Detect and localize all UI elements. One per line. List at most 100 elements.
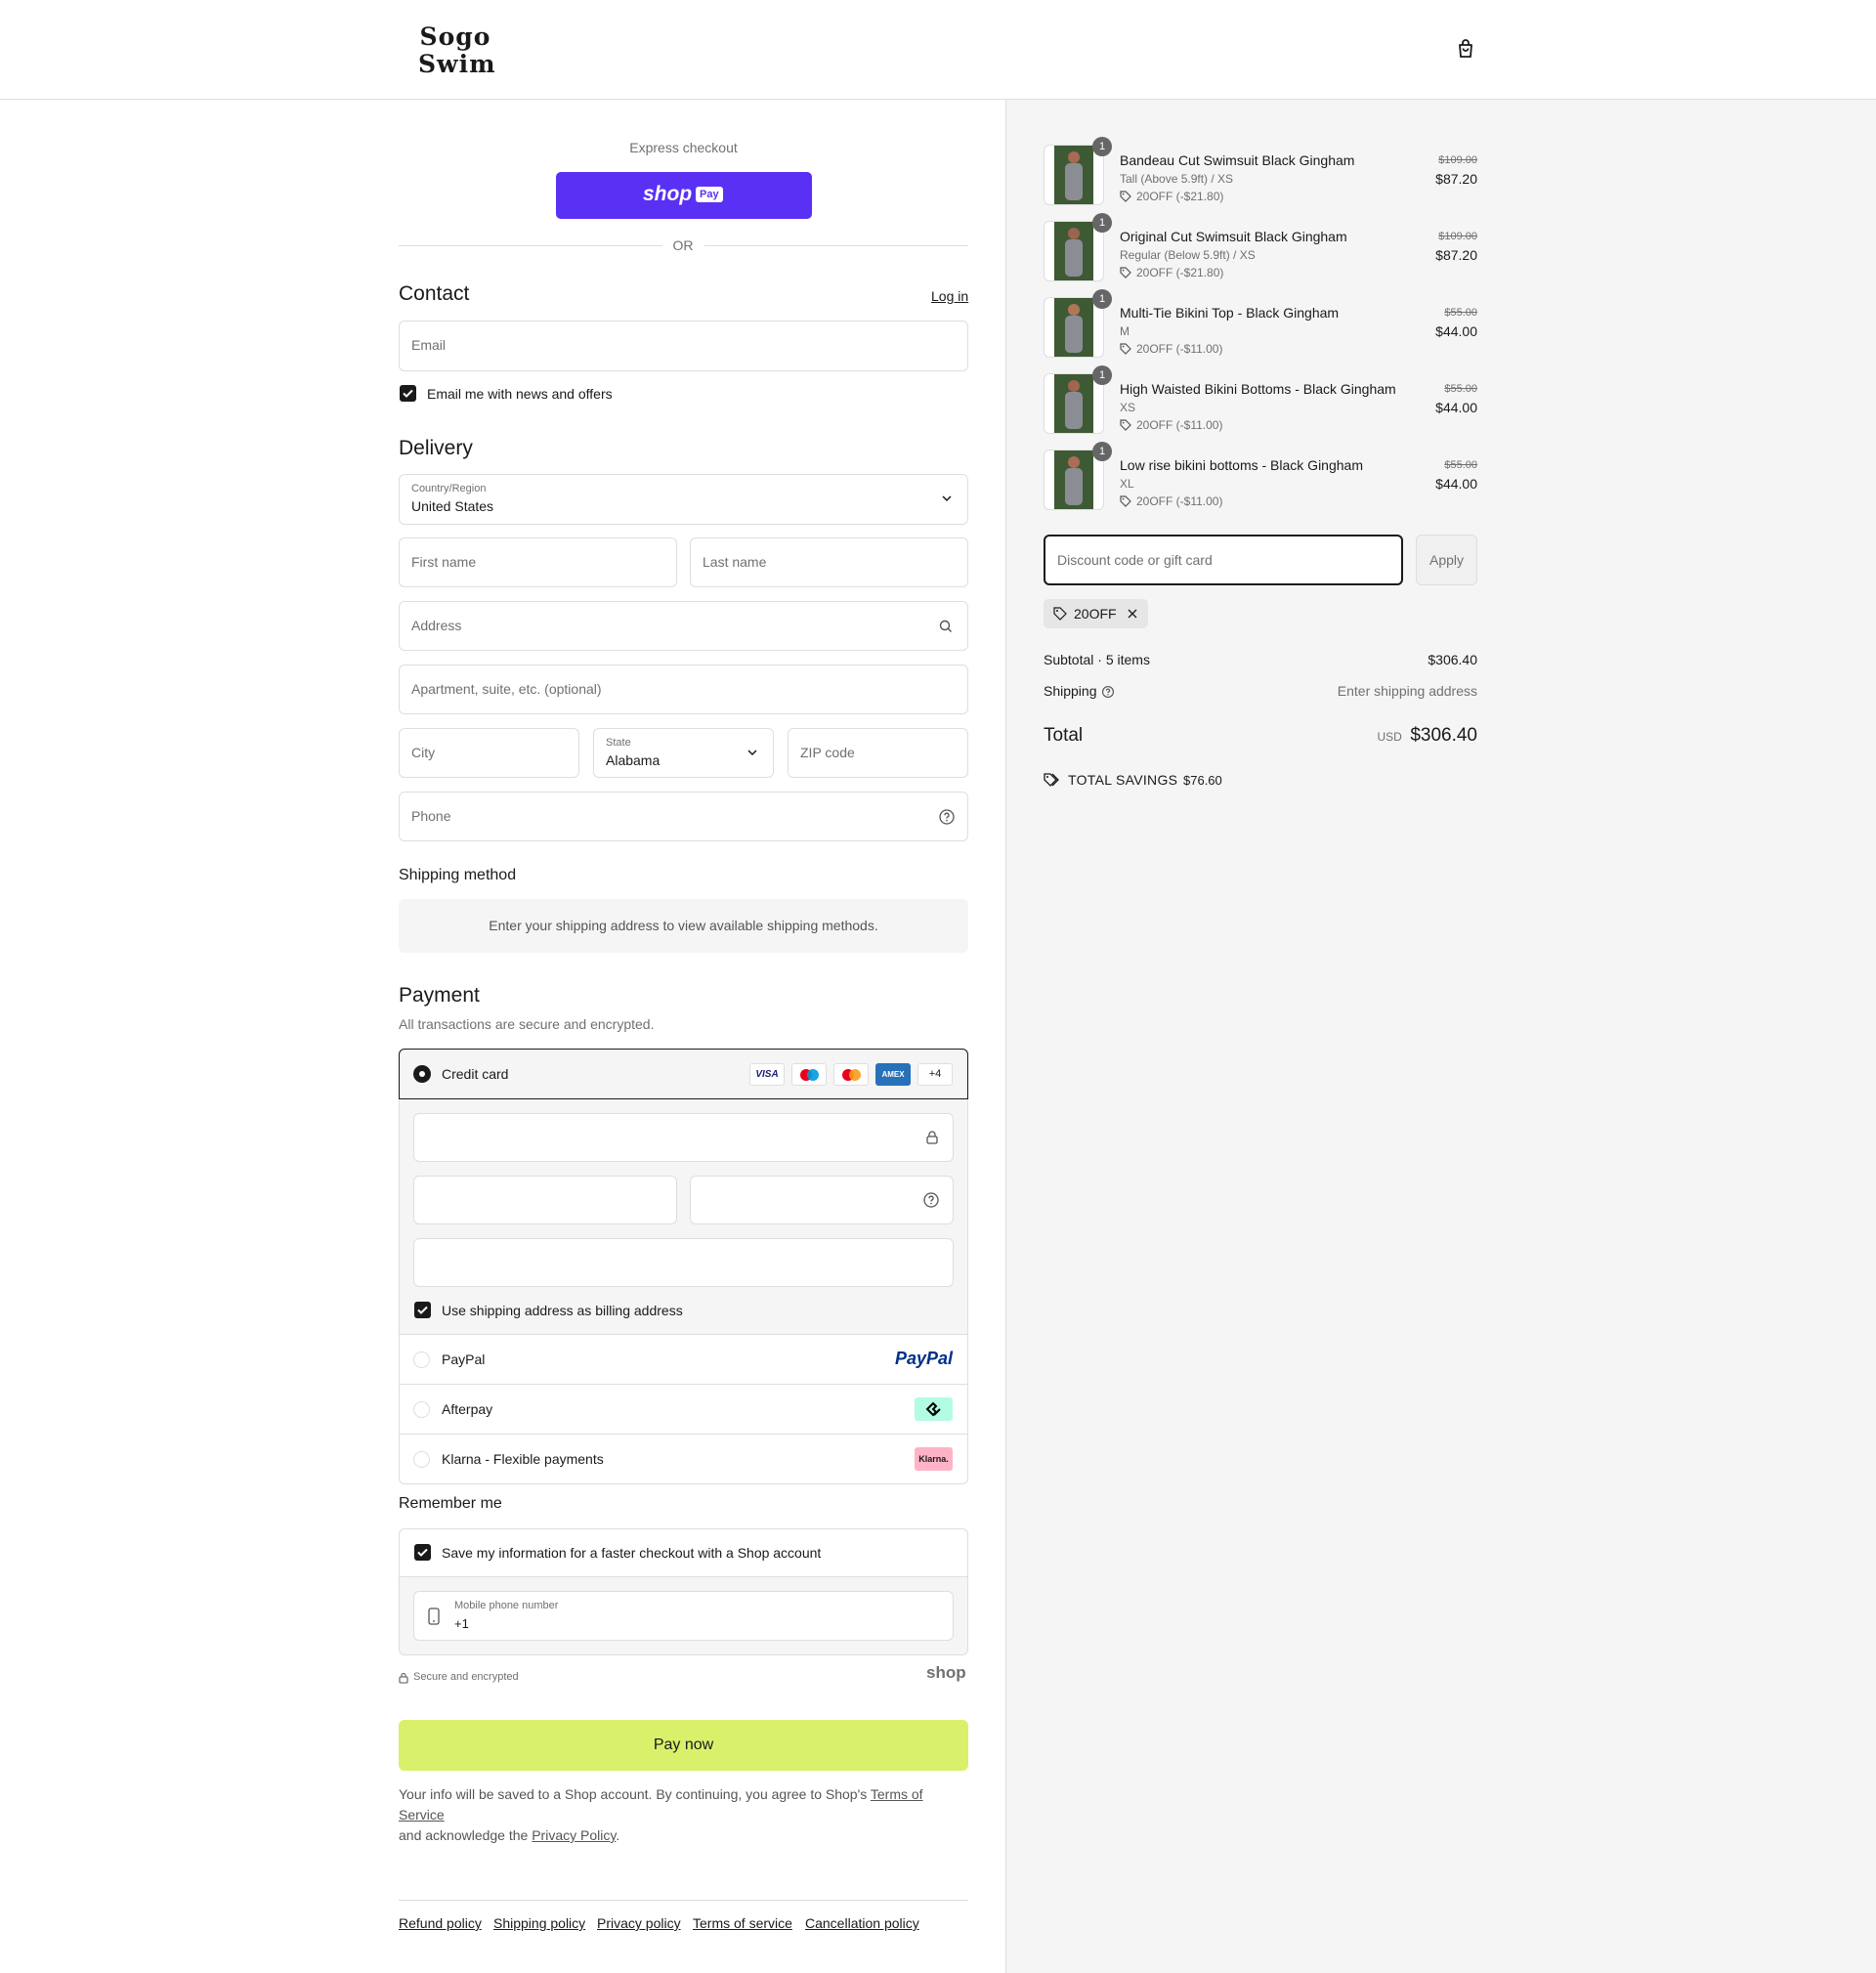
newsletter-label: Email me with news and offers bbox=[427, 386, 613, 402]
quantity-badge: 1 bbox=[1092, 289, 1112, 309]
afterpay-logo-icon bbox=[915, 1397, 953, 1421]
discount-code-field[interactable]: Discount code or gift card bbox=[1044, 535, 1403, 585]
payment-heading: Payment bbox=[399, 984, 480, 1007]
billing-same-checkbox[interactable] bbox=[414, 1302, 431, 1318]
order-line-item: 1 Low rise bikini bottoms - Black Gingham… bbox=[1044, 442, 1477, 514]
login-link[interactable]: Log in bbox=[931, 288, 968, 304]
shopping-bag-icon[interactable] bbox=[1454, 37, 1477, 61]
cancellation-policy-link[interactable]: Cancellation policy bbox=[805, 1915, 919, 1931]
contact-heading: Contact bbox=[399, 282, 470, 305]
last-name-field[interactable]: Last name bbox=[690, 537, 968, 587]
savings-tag-icon bbox=[1044, 773, 1059, 787]
card-name-field[interactable] bbox=[413, 1238, 954, 1287]
state-select[interactable]: State Alabama bbox=[593, 728, 774, 778]
discounted-price: $44.00 bbox=[1435, 476, 1477, 492]
radio-empty-icon bbox=[413, 1401, 430, 1418]
address-field[interactable]: Address bbox=[399, 601, 968, 651]
discounted-price: $44.00 bbox=[1435, 323, 1477, 339]
footer-divider bbox=[399, 1900, 968, 1901]
first-name-placeholder: First name bbox=[411, 554, 477, 570]
billing-same-label: Use shipping address as billing address bbox=[442, 1303, 683, 1318]
product-discount: 20OFF (-$11.00) bbox=[1120, 418, 1222, 432]
help-circle-icon[interactable] bbox=[922, 1191, 940, 1209]
store-logo[interactable]: Sogo Swim bbox=[418, 23, 495, 78]
order-line-item: 1 Bandeau Cut Swimsuit Black Gingham Tall … bbox=[1044, 137, 1477, 209]
product-discount: 20OFF (-$11.00) bbox=[1120, 342, 1222, 356]
pay-now-button[interactable]: Pay now bbox=[399, 1720, 968, 1771]
tag-icon bbox=[1053, 607, 1067, 621]
tag-icon bbox=[1120, 495, 1131, 507]
city-field[interactable]: City bbox=[399, 728, 579, 778]
close-icon[interactable] bbox=[1127, 608, 1138, 620]
klarna-label: Klarna - Flexible payments bbox=[442, 1451, 604, 1467]
product-name: Original Cut Swimsuit Black Gingham bbox=[1120, 229, 1347, 244]
phone-field[interactable]: Phone bbox=[399, 792, 968, 841]
card-number-field[interactable] bbox=[413, 1113, 954, 1162]
quantity-badge: 1 bbox=[1092, 365, 1112, 385]
apartment-field[interactable]: Apartment, suite, etc. (optional) bbox=[399, 665, 968, 714]
lock-icon bbox=[926, 1131, 938, 1144]
save-info-checkbox[interactable] bbox=[414, 1544, 431, 1561]
phone-placeholder: Phone bbox=[411, 808, 451, 824]
help-circle-icon[interactable] bbox=[1101, 685, 1115, 699]
credit-card-label: Credit card bbox=[442, 1066, 509, 1082]
shipping-label: Shipping bbox=[1044, 683, 1097, 699]
privacy-policy-link[interactable]: Privacy Policy bbox=[532, 1827, 616, 1843]
klarna-logo: Klarna. bbox=[915, 1447, 953, 1471]
product-variant: Regular (Below 5.9ft) / XS bbox=[1120, 248, 1256, 262]
shop-pay-button[interactable]: shop Pay bbox=[556, 172, 812, 219]
afterpay-label: Afterpay bbox=[442, 1401, 493, 1417]
tag-icon bbox=[1120, 419, 1131, 431]
discounted-price: $44.00 bbox=[1435, 400, 1477, 415]
tag-icon bbox=[1120, 191, 1131, 202]
country-value: United States bbox=[411, 498, 494, 514]
chevron-down-icon bbox=[942, 495, 952, 502]
last-name-placeholder: Last name bbox=[703, 554, 767, 570]
original-price: $109.00 bbox=[1438, 154, 1477, 166]
mobile-phone-icon bbox=[428, 1608, 440, 1625]
country-select[interactable]: Country/Region United States bbox=[399, 474, 968, 525]
subtotal-value: $306.40 bbox=[1428, 652, 1477, 667]
card-expiry-field[interactable] bbox=[413, 1176, 677, 1224]
order-line-item: 1 High Waisted Bikini Bottoms - Black Gin… bbox=[1044, 365, 1477, 438]
terms-of-service-footer-link[interactable]: Terms of service bbox=[693, 1915, 792, 1931]
product-discount-text: 20OFF (-$21.80) bbox=[1136, 266, 1224, 279]
quantity-badge: 1 bbox=[1092, 213, 1112, 233]
afterpay-option[interactable]: Afterpay bbox=[400, 1384, 967, 1434]
shipping-method-notice-box: Enter your shipping address to view avai… bbox=[399, 899, 968, 953]
klarna-option[interactable]: Klarna - Flexible payments Klarna. bbox=[400, 1434, 967, 1483]
state-value: Alabama bbox=[606, 752, 661, 768]
tag-icon bbox=[1120, 267, 1131, 279]
product-discount-text: 20OFF (-$11.00) bbox=[1136, 494, 1223, 508]
first-name-field[interactable]: First name bbox=[399, 537, 677, 587]
original-price: $55.00 bbox=[1444, 307, 1477, 319]
chevron-down-icon bbox=[747, 750, 757, 756]
zip-field[interactable]: ZIP code bbox=[788, 728, 968, 778]
credit-card-option[interactable]: Credit card VISA AMEX +4 bbox=[399, 1049, 968, 1099]
mobile-phone-field[interactable]: Mobile phone number +1 bbox=[413, 1591, 954, 1641]
lock-icon bbox=[399, 1672, 408, 1684]
amex-icon: AMEX bbox=[875, 1063, 911, 1086]
discounted-price: $87.20 bbox=[1435, 171, 1477, 187]
city-placeholder: City bbox=[411, 745, 436, 760]
shipping-policy-link[interactable]: Shipping policy bbox=[493, 1915, 585, 1931]
apply-button[interactable]: Apply bbox=[1416, 535, 1477, 585]
newsletter-checkbox[interactable] bbox=[400, 385, 416, 402]
product-discount: 20OFF (-$11.00) bbox=[1120, 494, 1222, 508]
more-brands-badge[interactable]: +4 bbox=[917, 1063, 953, 1086]
email-field[interactable]: Email bbox=[399, 321, 968, 371]
product-variant: XL bbox=[1120, 477, 1134, 491]
privacy-policy-footer-link[interactable]: Privacy policy bbox=[597, 1915, 681, 1931]
card-cvv-field[interactable] bbox=[690, 1176, 954, 1224]
divider bbox=[704, 245, 968, 246]
express-checkout-label: Express checkout bbox=[629, 140, 738, 155]
legal-text-part1: Your info will be saved to a Shop accoun… bbox=[399, 1786, 871, 1802]
quantity-badge: 1 bbox=[1092, 442, 1112, 461]
mobile-phone-value: +1 bbox=[454, 1616, 469, 1631]
refund-policy-link[interactable]: Refund policy bbox=[399, 1915, 482, 1931]
payment-subtitle: All transactions are secure and encrypte… bbox=[399, 1016, 655, 1032]
original-price: $55.00 bbox=[1444, 383, 1477, 395]
paypal-label: PayPal bbox=[442, 1351, 486, 1367]
help-circle-icon[interactable] bbox=[938, 808, 956, 826]
paypal-option[interactable]: PayPal PayPal bbox=[400, 1334, 967, 1384]
